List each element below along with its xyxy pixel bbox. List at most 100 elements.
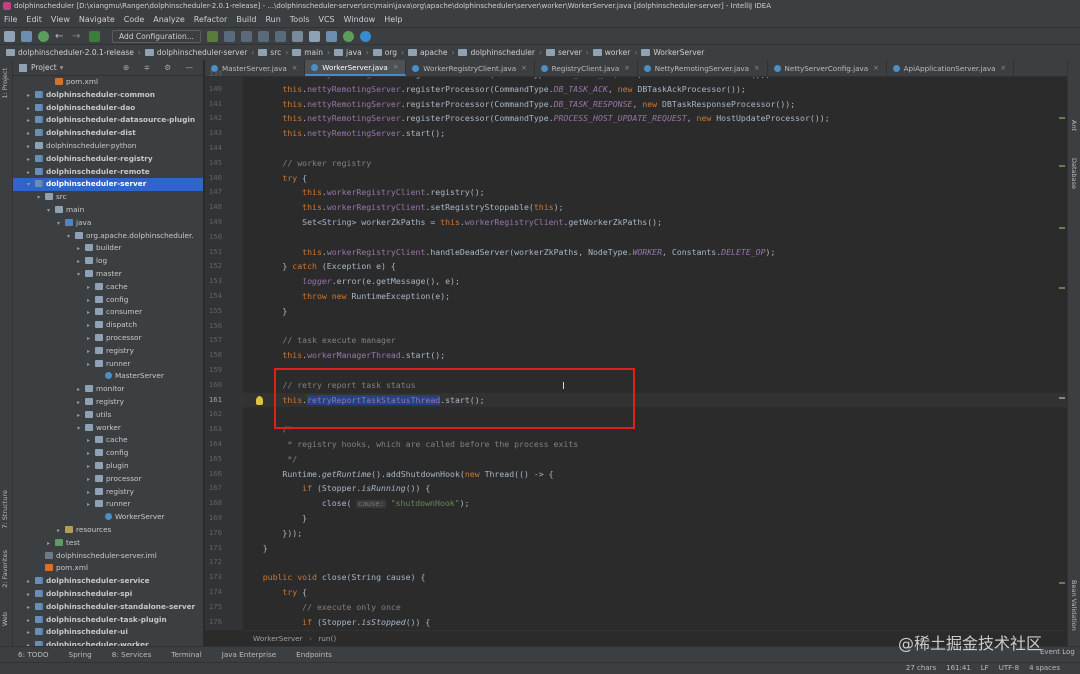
side-tab-bean-validation[interactable]: Bean Validation bbox=[1070, 580, 1078, 631]
editor-tab[interactable]: WorkerServer.java ✕ bbox=[305, 60, 407, 76]
tree-item[interactable]: ▸ dolphinscheduler-service bbox=[13, 575, 203, 588]
breadcrumb-item[interactable]: WorkerServer bbox=[641, 48, 704, 57]
menu-item-vcs[interactable]: VCS bbox=[319, 15, 335, 24]
tool-window-terminal[interactable]: Terminal bbox=[171, 650, 201, 659]
tree-item[interactable]: ▸ config bbox=[13, 294, 203, 307]
tree-item[interactable]: ▸ processor bbox=[13, 473, 203, 486]
code-line[interactable]: this.workerRegistryClient.handleDeadServ… bbox=[243, 245, 1067, 260]
tree-item[interactable]: ▸ plugin bbox=[13, 460, 203, 473]
code-line[interactable]: Set<String> workerZkPaths = this.workerR… bbox=[243, 215, 1067, 230]
plugin-blue-icon[interactable] bbox=[359, 30, 371, 42]
close-icon[interactable]: ✕ bbox=[521, 64, 526, 72]
breadcrumb-item[interactable]: src › bbox=[258, 48, 288, 57]
code-line[interactable] bbox=[243, 319, 1067, 334]
code-line[interactable]: */ bbox=[243, 452, 1067, 467]
database-icon[interactable] bbox=[325, 30, 337, 42]
tree-item[interactable]: ▸ dispatch bbox=[13, 319, 203, 332]
code-line[interactable]: Runtime.getRuntime().addShutdownHook(new… bbox=[243, 467, 1067, 482]
breadcrumb-item[interactable]: dolphinscheduler-2.0.1-release › bbox=[6, 48, 141, 57]
tree-item[interactable]: ▸ consumer bbox=[13, 306, 203, 319]
save-all-icon[interactable] bbox=[21, 30, 32, 42]
menu-item-run[interactable]: Run bbox=[265, 15, 280, 24]
editor-breadcrumb-method[interactable]: run() bbox=[318, 634, 336, 643]
tree-item[interactable]: ▸ dolphinscheduler-common bbox=[13, 89, 203, 102]
close-icon[interactable]: ✕ bbox=[1001, 64, 1006, 72]
status-indent[interactable]: 4 spaces bbox=[1029, 663, 1060, 674]
tree-item[interactable]: ▸ dolphinscheduler-worker bbox=[13, 639, 203, 646]
tree-item[interactable]: ▸ builder bbox=[13, 242, 203, 255]
editor-tab[interactable]: RegistryClient.java ✕ bbox=[535, 60, 638, 76]
tree-item[interactable]: ▾ org.apache.dolphinscheduler. bbox=[13, 230, 203, 243]
tree-item[interactable]: ▾ dolphinscheduler-server bbox=[13, 178, 203, 192]
code-line[interactable]: } bbox=[243, 541, 1067, 556]
build-hammer-icon[interactable] bbox=[89, 30, 100, 42]
tree-item[interactable]: ▸ runner bbox=[13, 498, 203, 511]
code-line[interactable]: if (Stopper.isStopped()) { bbox=[243, 615, 1067, 630]
menu-item-window[interactable]: Window bbox=[344, 15, 376, 24]
tree-item[interactable]: ▸ resources bbox=[13, 524, 203, 537]
side-tab-database[interactable]: Database bbox=[1070, 158, 1078, 189]
open-folder-icon[interactable] bbox=[4, 30, 15, 42]
code-line[interactable]: public void close(String cause) { bbox=[243, 570, 1067, 585]
tree-item[interactable]: ▸ cache bbox=[13, 281, 203, 294]
tree-item[interactable]: ▾ src bbox=[13, 191, 203, 204]
tree-item[interactable]: ▾ main bbox=[13, 204, 203, 217]
tree-item[interactable]: ▸ dolphinscheduler-task-plugin bbox=[13, 614, 203, 627]
breadcrumb-item[interactable]: apache › bbox=[408, 48, 454, 57]
tool-window-8-services[interactable]: 8: Services bbox=[112, 650, 152, 659]
project-panel-actions[interactable]: ⊕ ≑ ⚙ — bbox=[123, 63, 199, 72]
editor-tab[interactable]: WorkerRegistryClient.java ✕ bbox=[406, 60, 535, 76]
editor-scrollbar[interactable] bbox=[1058, 77, 1066, 630]
add-configuration-button[interactable]: Add Configuration... bbox=[112, 29, 201, 43]
settings-wrench-icon[interactable] bbox=[291, 30, 303, 42]
code-line[interactable] bbox=[243, 141, 1067, 156]
chevron-down-icon[interactable]: ▾ bbox=[60, 63, 64, 72]
tree-item[interactable]: ▸ test bbox=[13, 537, 203, 550]
tree-item[interactable]: ▸ dolphinscheduler-dist bbox=[13, 127, 203, 140]
breadcrumb-item[interactable]: java › bbox=[334, 48, 369, 57]
project-structure-icon[interactable] bbox=[308, 30, 320, 42]
status-encoding[interactable]: UTF-8 bbox=[999, 663, 1019, 674]
breadcrumb-item[interactable]: dolphinscheduler › bbox=[458, 48, 542, 57]
tool-window-java-enterprise[interactable]: Java Enterprise bbox=[222, 650, 276, 659]
menu-item-help[interactable]: Help bbox=[384, 15, 402, 24]
breadcrumb-item[interactable]: main › bbox=[292, 48, 330, 57]
tree-item[interactable]: WorkerServer bbox=[13, 511, 203, 524]
tree-item[interactable]: ▸ dolphinscheduler-ui bbox=[13, 626, 203, 639]
code-line[interactable]: })); bbox=[243, 526, 1067, 541]
editor-tab[interactable]: NettyRemotingServer.java ✕ bbox=[638, 60, 768, 76]
close-icon[interactable]: ✕ bbox=[292, 64, 297, 72]
code-line[interactable]: this.nettyRemotingServer.registerProcess… bbox=[243, 82, 1067, 97]
coverage-icon[interactable] bbox=[240, 30, 252, 42]
profile-icon[interactable] bbox=[257, 30, 269, 42]
menu-item-navigate[interactable]: Navigate bbox=[79, 15, 115, 24]
code-line[interactable]: // execute only once bbox=[243, 600, 1067, 615]
status-line-separator[interactable]: LF bbox=[981, 663, 989, 674]
side-tab-favorites[interactable]: 2: Favorites bbox=[1, 550, 9, 588]
side-tab-structure[interactable]: 7: Structure bbox=[1, 490, 9, 529]
code-line[interactable]: close( cause: "shutdownHook"); bbox=[243, 496, 1067, 511]
menu-item-file[interactable]: File bbox=[4, 15, 17, 24]
menu-item-refactor[interactable]: Refactor bbox=[194, 15, 228, 24]
code-editor[interactable]: this.nettyRemotingServer.registerProcess… bbox=[243, 77, 1067, 630]
forward-arrow-icon[interactable]: → bbox=[72, 31, 83, 42]
editor-breadcrumb-class[interactable]: WorkerServer bbox=[253, 634, 303, 643]
tree-item[interactable]: ▸ log bbox=[13, 255, 203, 268]
tree-item[interactable]: ▸ dolphinscheduler-standalone-server bbox=[13, 601, 203, 614]
status-caret-position[interactable]: 161:41 bbox=[946, 663, 971, 674]
tool-window-spring[interactable]: Spring bbox=[69, 650, 92, 659]
side-tab-project[interactable]: 1: Project bbox=[1, 68, 9, 99]
tree-item[interactable]: ▸ dolphinscheduler-remote bbox=[13, 166, 203, 179]
close-icon[interactable]: ✕ bbox=[873, 64, 878, 72]
close-icon[interactable]: ✕ bbox=[754, 64, 759, 72]
tool-window-6-todo[interactable]: 6: TODO bbox=[18, 650, 49, 659]
tree-item[interactable]: ▾ worker bbox=[13, 422, 203, 435]
menu-item-code[interactable]: Code bbox=[124, 15, 144, 24]
close-icon[interactable]: ✕ bbox=[624, 64, 629, 72]
code-line[interactable]: try { bbox=[243, 171, 1067, 186]
breadcrumb-item[interactable]: org › bbox=[372, 48, 404, 57]
menu-item-analyze[interactable]: Analyze bbox=[153, 15, 185, 24]
back-arrow-icon[interactable]: ← bbox=[55, 31, 66, 42]
code-line[interactable]: } bbox=[243, 511, 1067, 526]
code-line[interactable]: this.nettyRemotingServer.registerProcess… bbox=[243, 111, 1067, 126]
